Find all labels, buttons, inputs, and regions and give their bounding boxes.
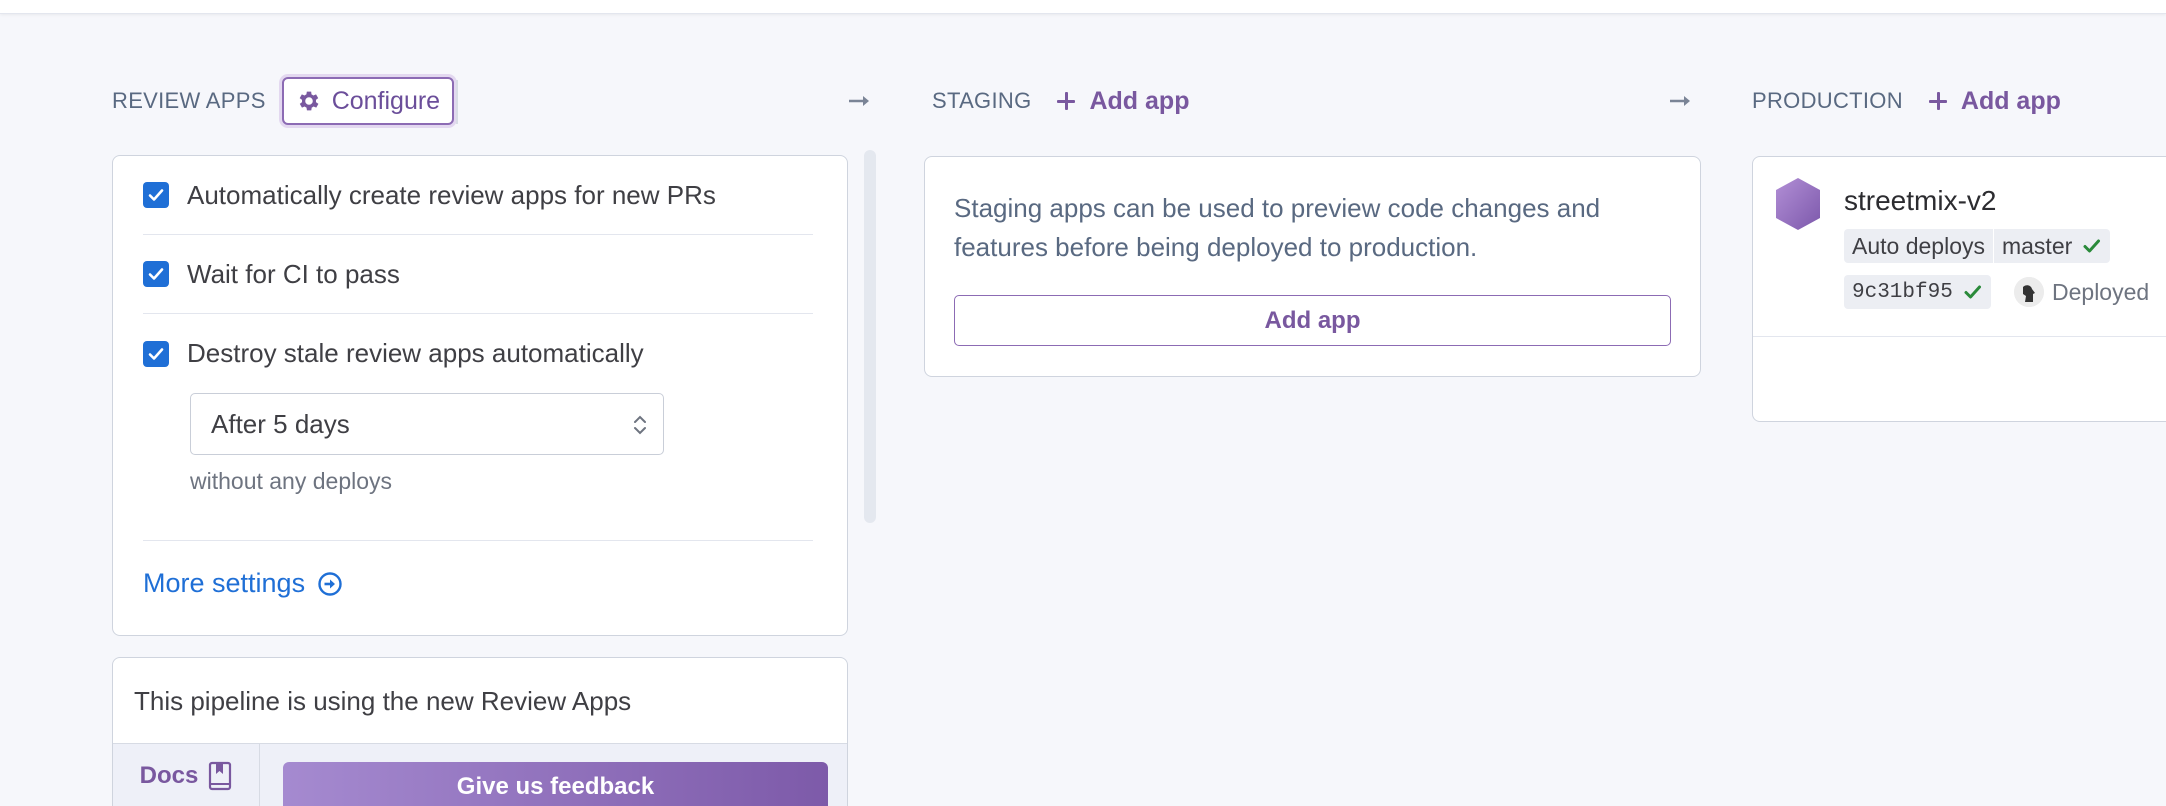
production-app-card[interactable]: streetmix-v2 Auto deploys master 9c31bf9… bbox=[1752, 156, 2166, 422]
divider bbox=[1753, 336, 2166, 337]
staging-header: STAGING Add app bbox=[932, 78, 1189, 124]
production-header: PRODUCTION Add app bbox=[1752, 78, 2061, 124]
feedback-label: Give us feedback bbox=[456, 773, 655, 800]
auto-deploys-label: Auto deploys bbox=[1852, 232, 1985, 259]
plus-icon bbox=[1928, 92, 1947, 110]
staging-add-app-label: Add app bbox=[1089, 86, 1190, 115]
commit-hash: 9c31bf95 bbox=[1852, 280, 1953, 304]
checkmark-icon bbox=[2083, 239, 2101, 253]
select-chevrons-icon bbox=[634, 415, 646, 435]
checkmark-icon bbox=[148, 347, 164, 360]
give-feedback-button[interactable]: Give us feedback bbox=[283, 762, 828, 806]
review-apps-promo-panel: This pipeline is using the new Review Ap… bbox=[112, 657, 848, 806]
destroy-stale-label: Destroy stale review apps automatically bbox=[187, 338, 644, 368]
header-divider bbox=[456, 80, 458, 124]
top-bar bbox=[0, 0, 2166, 14]
circle-arrow-right-icon bbox=[318, 571, 342, 596]
staging-add-app-link[interactable]: Add app bbox=[1057, 87, 1189, 116]
auto-create-label: Automatically create review apps for new… bbox=[187, 179, 716, 210]
checkmark-icon bbox=[148, 268, 164, 280]
promo-text: This pipeline is using the new Review Ap… bbox=[134, 686, 632, 716]
wait-ci-label: Wait for CI to pass bbox=[187, 258, 400, 289]
more-settings-link[interactable]: More settings bbox=[143, 568, 343, 599]
deploy-status-label: Deployed bbox=[2052, 278, 2150, 305]
destroy-stale-checkbox[interactable] bbox=[143, 340, 169, 367]
app-hexagon-icon bbox=[1776, 178, 1820, 230]
staging-label: STAGING bbox=[932, 88, 1032, 113]
auto-create-checkbox[interactable] bbox=[143, 182, 169, 208]
wait-ci-option[interactable]: Wait for CI to pass bbox=[143, 235, 813, 314]
production-add-app-link[interactable]: Add app bbox=[1928, 86, 2061, 116]
configure-label: Configure bbox=[331, 86, 441, 115]
book-icon bbox=[209, 761, 232, 791]
checkmark-icon bbox=[1964, 285, 1981, 299]
staging-add-app-button[interactable]: Add app bbox=[954, 295, 1671, 346]
production-label: PRODUCTION bbox=[1752, 88, 1903, 113]
deploy-status: Deployed bbox=[2014, 277, 2149, 307]
stale-duration-select[interactable]: After 5 days bbox=[190, 393, 664, 455]
app-name[interactable]: streetmix-v2 bbox=[1844, 185, 1996, 217]
arrow-right-icon bbox=[1670, 96, 1690, 106]
auto-create-option[interactable]: Automatically create review apps for new… bbox=[143, 156, 813, 235]
auto-deploys-badge: Auto deploys master bbox=[1844, 229, 2111, 263]
docs-label: Docs bbox=[139, 762, 199, 789]
configure-button[interactable]: Configure bbox=[281, 77, 455, 125]
branch-label: master bbox=[2001, 232, 2073, 259]
scrollbar[interactable] bbox=[864, 150, 876, 523]
review-apps-header: REVIEW APPS Configure bbox=[112, 77, 455, 125]
promo-footer: Docs Give us feedback bbox=[113, 743, 847, 806]
stale-duration-hint: without any deploys bbox=[190, 468, 393, 494]
checkmark-icon bbox=[148, 189, 164, 201]
staging-panel: Staging apps can be used to preview code… bbox=[924, 156, 1701, 377]
docs-link[interactable]: Docs bbox=[113, 744, 260, 806]
staging-add-app-button-label: Add app bbox=[1264, 306, 1361, 334]
more-settings-label: More settings bbox=[143, 568, 306, 598]
user-avatar-icon bbox=[2014, 277, 2044, 307]
gear-icon bbox=[299, 91, 319, 111]
destroy-stale-option[interactable]: Destroy stale review apps automatically bbox=[143, 314, 813, 393]
plus-icon bbox=[1057, 92, 1076, 110]
arrow-right-icon bbox=[849, 96, 869, 106]
stale-duration-value: After 5 days bbox=[211, 408, 350, 439]
review-apps-settings-panel: Automatically create review apps for new… bbox=[112, 155, 848, 636]
divider bbox=[143, 540, 813, 541]
production-add-app-label: Add app bbox=[1960, 86, 2061, 115]
commit-badge[interactable]: 9c31bf95 bbox=[1844, 275, 1991, 309]
review-apps-label: REVIEW APPS bbox=[112, 88, 266, 113]
wait-ci-checkbox[interactable] bbox=[143, 261, 169, 287]
staging-description: Staging apps can be used to preview code… bbox=[954, 193, 1601, 262]
